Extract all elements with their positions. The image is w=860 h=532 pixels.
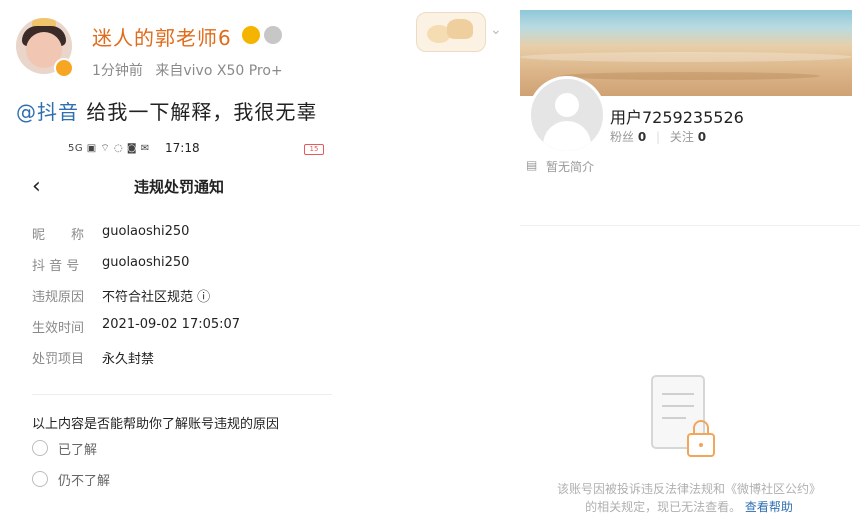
post-text: 给我一下解释，我很无辜 xyxy=(79,100,318,124)
post-meta: 1分钟前 来自vivo X50 Pro+ xyxy=(92,60,283,80)
document-icon: ▤ xyxy=(526,158,538,172)
following-label[interactable]: 关注 xyxy=(670,130,694,144)
divider xyxy=(520,225,860,226)
radio-label-still-unclear: 仍不了解 xyxy=(58,474,111,489)
field-label-nickname: 昵 称 xyxy=(32,228,85,243)
radio-understood[interactable] xyxy=(32,440,48,456)
post-source: 来自vivo X50 Pro+ xyxy=(155,63,283,79)
locked-document-icon xyxy=(651,375,715,457)
back-arrow-icon[interactable]: ‹ xyxy=(32,174,41,199)
profile-username: 用户7259235526 xyxy=(610,108,744,127)
feedback-question: 以上内容是否能帮助你了解账号违规的原因 xyxy=(32,417,280,432)
status-bar-icons: 5G ▣ ⌔ ◌ ◙ ✉ xyxy=(68,143,150,154)
mention-link[interactable]: @抖音 xyxy=(16,100,79,124)
avatar[interactable] xyxy=(528,76,606,154)
field-value-effective-time: 2021-09-02 17:05:07 xyxy=(102,317,241,332)
help-link[interactable]: 查看帮助 xyxy=(745,500,793,514)
post-time: 1分钟前 xyxy=(92,63,143,79)
field-value-violation-reason[interactable]: 不符合社区规范 ⓘ xyxy=(102,286,210,305)
field-value-penalty: 永久封禁 xyxy=(102,352,155,367)
field-value-nickname: guolaoshi250 xyxy=(102,224,190,239)
right-profile-panel: 用户7259235526 粉丝 0 | 关注 0 ▤ 暂无简介 该账号因被投诉违… xyxy=(520,0,860,532)
profile-stats: 粉丝 0 | 关注 0 xyxy=(610,130,707,144)
field-label-violation-reason: 违规原因 xyxy=(32,290,85,305)
chevron-down-icon[interactable]: ⌄ xyxy=(490,22,502,38)
field-label-douyin-id: 抖 音 号 xyxy=(32,259,80,274)
divider xyxy=(32,394,332,395)
field-label-penalty: 处罚项目 xyxy=(32,352,85,367)
status-bar-time: 17:18 xyxy=(165,141,200,155)
crown-badge-icon xyxy=(242,26,260,44)
page-title: 违规处罚通知 xyxy=(134,178,225,196)
field-value-douyin-id: guolaoshi250 xyxy=(102,255,190,270)
radio-label-understood: 已了解 xyxy=(58,443,98,458)
embedded-screenshot: 5G ▣ ⌔ ◌ ◙ ✉ 17:18 15 ‹ 违规处罚通知 昵 称 guola… xyxy=(22,136,347,526)
post-body: @抖音 给我一下解释，我很无辜 xyxy=(16,96,317,125)
account-blocked-notice: 该账号因被投诉违反法律法规和《微博社区公约》的相关规定，现已无法查看。 查看帮助 xyxy=(554,480,824,516)
following-count[interactable]: 0 xyxy=(698,130,706,144)
level-badge-icon xyxy=(264,26,282,44)
field-label-effective-time: 生效时间 xyxy=(32,321,85,336)
cat-sticker-icon xyxy=(416,12,486,52)
battery-icon: 15 xyxy=(304,144,324,155)
post-username[interactable]: 迷人的郭老师6 xyxy=(92,22,232,51)
radio-still-unclear[interactable] xyxy=(32,471,48,487)
followers-count[interactable]: 0 xyxy=(638,130,646,144)
profile-intro: 暂无简介 xyxy=(546,160,595,174)
followers-label[interactable]: 粉丝 xyxy=(610,130,634,144)
left-post-panel: 迷人的郭老师6 1分钟前 来自vivo X50 Pro+ ⌄ @抖音 给我一下解… xyxy=(0,0,518,532)
verified-badge-icon xyxy=(54,58,74,78)
